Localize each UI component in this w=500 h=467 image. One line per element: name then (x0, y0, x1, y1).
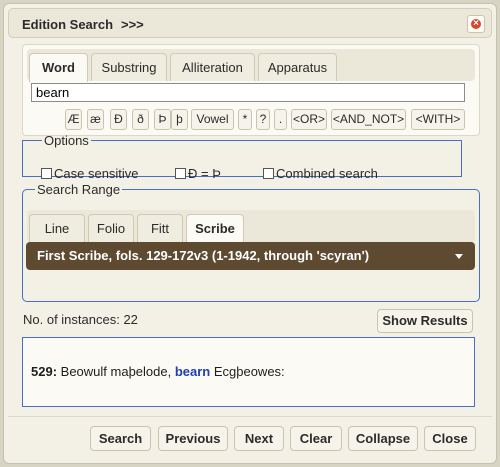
case-sensitive-option[interactable]: Case sensitive (41, 166, 139, 181)
dropdown-arrow-icon (455, 254, 463, 259)
char-button-ETH[interactable]: Ð (110, 109, 127, 130)
scribe-select-value: First Scribe, fols. 129-172v3 (1-1942, t… (37, 248, 370, 263)
tab-alliteration[interactable]: Alliteration (170, 53, 255, 81)
show-results-button[interactable]: Show Results (377, 309, 473, 333)
results-panel: 529: Beowulf maþelode, bearn Ecgþeowes: (22, 337, 475, 407)
expand-toggle[interactable]: >>> (121, 17, 144, 32)
search-range-panel: Search Range Line Folio Fitt Scribe Firs… (22, 182, 480, 302)
range-tabs: Line Folio Fitt Scribe (27, 210, 475, 243)
char-button-eth[interactable]: ð (132, 109, 149, 130)
result-line[interactable]: 529: Beowulf maþelode, bearn Ecgþeowes: (31, 364, 285, 379)
dialog-title: Edition Search (22, 17, 114, 32)
or-operator-button[interactable]: <OR> (291, 109, 327, 130)
tab-fitt[interactable]: Fitt (137, 214, 183, 242)
char-button-thorn[interactable]: þ (171, 109, 188, 130)
close-icon: × (473, 18, 479, 29)
case-sensitive-checkbox[interactable] (41, 168, 52, 179)
search-input[interactable] (31, 83, 465, 102)
combined-search-checkbox[interactable] (263, 168, 274, 179)
eth-thorn-checkbox[interactable] (175, 168, 186, 179)
options-group: Options Case sensitive Ð = Þ Combined se… (22, 133, 462, 181)
result-hit: bearn (174, 364, 211, 379)
wildcard-dot-button[interactable]: . (274, 109, 287, 130)
next-button[interactable]: Next (234, 426, 284, 451)
tab-line[interactable]: Line (29, 214, 85, 242)
instances-count: No. of instances: 22 (23, 312, 138, 327)
search-button[interactable]: Search (90, 426, 151, 451)
word-search-panel: Word Substring Alliteration Apparatus Æ … (22, 44, 480, 136)
tab-word[interactable]: Word (29, 53, 88, 82)
eth-thorn-label: Ð = Þ (188, 166, 221, 181)
close-button[interactable]: × (467, 15, 485, 33)
tab-substring[interactable]: Substring (91, 53, 167, 81)
edition-search-dialog: Edition Search >>> × Word Substring Alli… (3, 3, 497, 464)
wildcard-question-button[interactable]: ? (256, 109, 270, 130)
clear-button[interactable]: Clear (290, 426, 342, 451)
dialog-titlebar[interactable]: Edition Search >>> × (8, 8, 492, 38)
search-range-legend: Search Range (35, 182, 123, 197)
char-button-THORN[interactable]: Þ (154, 109, 171, 130)
char-button-ae[interactable]: æ (87, 109, 104, 130)
search-mode-tabs: Word Substring Alliteration Apparatus (27, 49, 475, 82)
case-sensitive-label: Case sensitive (54, 166, 139, 181)
and-not-operator-button[interactable]: <AND_NOT> (331, 109, 406, 130)
eth-thorn-option[interactable]: Ð = Þ (175, 166, 221, 181)
vowel-button[interactable]: Vowel (191, 109, 234, 130)
tab-scribe[interactable]: Scribe (186, 214, 244, 243)
result-text-before: Beowulf maþelode, (57, 364, 175, 379)
close-dialog-button[interactable]: Close (424, 426, 476, 451)
result-line-number: 529: (31, 364, 58, 379)
tab-apparatus[interactable]: Apparatus (258, 53, 337, 81)
options-legend: Options (44, 133, 89, 148)
with-operator-button[interactable]: <WITH> (411, 109, 465, 130)
collapse-button[interactable]: Collapse (348, 426, 418, 451)
combined-search-option[interactable]: Combined search (263, 166, 378, 181)
tab-folio[interactable]: Folio (88, 214, 134, 242)
result-text-after: Ecgþeowes: (210, 364, 285, 379)
combined-search-label: Combined search (276, 166, 378, 181)
char-button-AE[interactable]: Æ (65, 109, 82, 130)
scribe-select[interactable]: First Scribe, fols. 129-172v3 (1-1942, t… (26, 242, 475, 270)
footer-divider (8, 416, 492, 417)
wildcard-star-button[interactable]: * (238, 109, 252, 130)
previous-button[interactable]: Previous (158, 426, 228, 451)
